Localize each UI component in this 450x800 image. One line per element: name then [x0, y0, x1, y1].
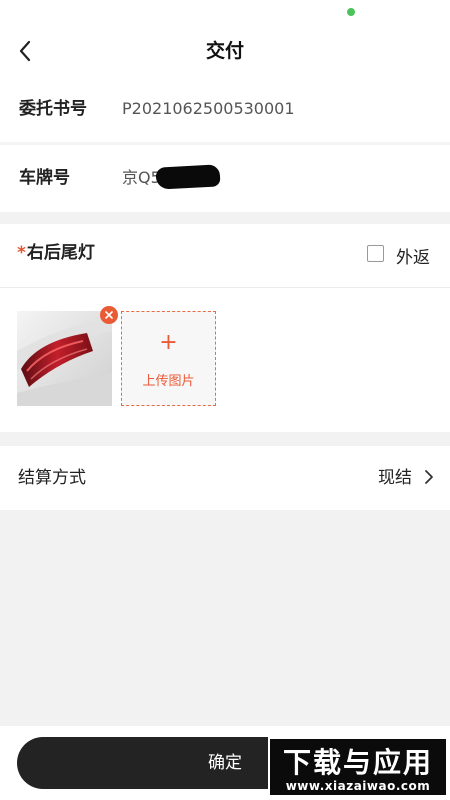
return-checkbox[interactable]	[367, 245, 384, 262]
plate-number-row: 车牌号 京Q5	[0, 145, 450, 211]
redaction-mark	[155, 164, 221, 190]
required-mark: *	[17, 243, 26, 263]
chevron-left-icon	[19, 40, 31, 62]
divider	[0, 287, 450, 288]
photo-thumbnail[interactable]	[17, 311, 112, 406]
status-bar	[0, 0, 450, 26]
watermark-logo: 下载与应用 www.xiazaiwao.com	[268, 737, 448, 797]
back-button[interactable]	[10, 36, 40, 66]
chevron-right-icon	[425, 470, 433, 484]
upload-image-button[interactable]: + 上传图片	[121, 311, 216, 406]
watermark-text: 下载与应用	[282, 746, 433, 779]
entrust-number-label: 委托书号	[19, 99, 87, 119]
close-icon	[105, 311, 113, 319]
watermark-url: www.xiazaiwao.com	[285, 779, 431, 793]
remove-photo-button[interactable]	[100, 306, 118, 324]
settlement-row[interactable]: 结算方式 现结	[0, 446, 450, 510]
plate-number-value: 京Q5	[122, 168, 161, 187]
plus-icon: +	[159, 330, 178, 355]
return-label[interactable]: 外返	[396, 243, 430, 268]
tail-light-photo	[17, 311, 112, 406]
part-title: *右后尾灯	[17, 238, 95, 263]
settlement-value: 现结	[378, 468, 412, 488]
upload-image-label: 上传图片	[142, 374, 195, 389]
entrust-number-value: P2021062500530001	[122, 99, 295, 118]
nav-bar: 交付	[0, 26, 450, 76]
status-indicator-dot	[347, 8, 355, 16]
plate-number-label: 车牌号	[19, 168, 70, 188]
part-name: 右后尾灯	[26, 243, 95, 263]
page-title: 交付	[205, 40, 244, 62]
order-info-card: 委托书号 P2021062500530001 车牌号 京Q5	[0, 76, 450, 212]
part-card: *右后尾灯 外返 + 上传图片	[0, 224, 450, 432]
entrust-number-row: 委托书号 P2021062500530001	[0, 76, 450, 142]
settlement-label: 结算方式	[18, 468, 86, 488]
